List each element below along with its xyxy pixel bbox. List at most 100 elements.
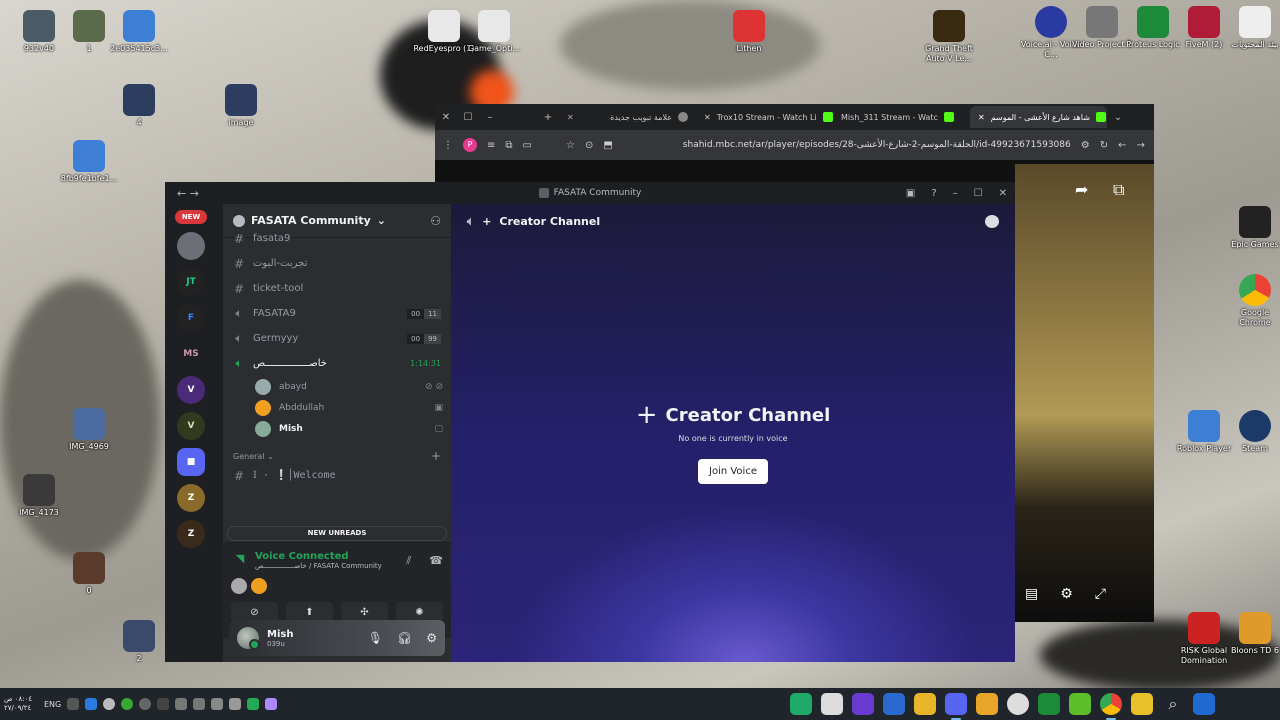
voice-channel[interactable]: 🔈︎ FASATA9 00 11: [223, 301, 451, 326]
forward-icon[interactable]: →: [1136, 140, 1144, 151]
desktop-icon[interactable]: بيئة المحتويات: [1224, 6, 1280, 50]
taskbar-app[interactable]: [1069, 693, 1091, 715]
new-unreads-bar[interactable]: NEW UNREADS: [227, 526, 447, 541]
chat-bubble-icon[interactable]: [985, 214, 999, 228]
tray-icon[interactable]: [67, 698, 80, 710]
headphones-icon[interactable]: 🎧︎: [397, 631, 412, 645]
settings-gear-icon[interactable]: ⚙: [1060, 586, 1073, 602]
voice-channel-connected[interactable]: 🔈︎ خاصـــــــــــــــص 1:14:31: [223, 351, 451, 376]
minimize-icon[interactable]: –: [479, 112, 501, 123]
browser-tab-active[interactable]: ✕ شاهد شارع الأعشى - الموسم: [970, 106, 1107, 128]
taskbar-app[interactable]: [852, 693, 874, 715]
desktop-icon[interactable]: Google Chrome: [1224, 274, 1280, 328]
close-icon[interactable]: ✕: [567, 113, 574, 122]
new-badge[interactable]: NEW: [174, 210, 208, 224]
search-icon[interactable]: ⌕: [1162, 693, 1184, 715]
taskbar-discord[interactable]: [945, 693, 967, 720]
desktop-icon[interactable]: Epic Games: [1224, 206, 1280, 250]
language-indicator[interactable]: ENG: [44, 700, 61, 709]
desktop-icon[interactable]: IMG_4969: [58, 408, 120, 452]
subtitles-icon[interactable]: ▤: [1025, 586, 1038, 602]
desktop-icon[interactable]: Lithen: [718, 10, 780, 54]
taskbar-chrome[interactable]: [1100, 693, 1122, 720]
server-icon[interactable]: Z: [177, 520, 205, 548]
server-icon[interactable]: F: [177, 304, 205, 332]
volume-icon[interactable]: [175, 698, 188, 710]
discord-activity-icon[interactable]: [251, 578, 267, 594]
voice-user[interactable]: Abddullah ▣: [223, 397, 451, 418]
network-icon[interactable]: [193, 698, 206, 710]
close-icon[interactable]: ✕: [704, 113, 711, 122]
new-tab-icon[interactable]: +: [537, 112, 559, 123]
server-icon[interactable]: V: [177, 376, 205, 404]
microphone-icon[interactable]: [229, 698, 242, 710]
browser-tab[interactable]: ✕ علامة تبويب جديدة: [559, 106, 696, 128]
tray-icon[interactable]: [157, 698, 170, 710]
taskbar-app[interactable]: [883, 693, 905, 715]
tray-icon[interactable]: [211, 698, 224, 710]
join-voice-button[interactable]: Join Voice: [698, 459, 768, 484]
menu-icon[interactable]: ⋮: [443, 140, 453, 151]
address-bar[interactable]: shahid.mbc.net/ar/player/episodes/28-الح…: [683, 140, 1071, 150]
desktop-icon[interactable]: Game_Opti...: [463, 10, 525, 54]
tray-icon[interactable]: [121, 698, 134, 710]
start-button[interactable]: [1193, 693, 1215, 715]
browser-tab[interactable]: ✕ Trox10 Stream - Watch Li: [696, 106, 833, 128]
category-general[interactable]: General ⌄ +: [223, 439, 451, 463]
maximize-icon[interactable]: ☐: [457, 112, 479, 123]
avatar[interactable]: [237, 627, 260, 650]
taskbar-app[interactable]: [821, 693, 843, 715]
desktop-icon[interactable]: 0: [58, 552, 120, 596]
activity-icon[interactable]: [231, 578, 247, 594]
desktop-icon[interactable]: Grand Theft Auto V Le...: [918, 10, 980, 64]
video-player[interactable]: [1015, 164, 1154, 622]
taskbar-app[interactable]: [914, 693, 936, 715]
minimize-icon[interactable]: –: [953, 188, 958, 199]
taskbar-app[interactable]: [976, 693, 998, 715]
inbox-icon[interactable]: ▣: [906, 188, 915, 199]
reading-list-icon[interactable]: ≡: [487, 140, 495, 151]
tab-search-icon[interactable]: ⌄: [1107, 112, 1129, 123]
folder-icon[interactable]: ■: [177, 448, 205, 476]
disconnect-icon[interactable]: ☎: [429, 554, 443, 567]
profile-avatar[interactable]: P: [463, 138, 477, 152]
username[interactable]: Mish: [267, 629, 293, 640]
bookmark-star-icon[interactable]: ☆: [566, 140, 575, 151]
create-channel-icon[interactable]: +: [431, 449, 441, 463]
voice-channel[interactable]: 🔈︎ Germyyy 00 99: [223, 326, 451, 351]
lens-icon[interactable]: ⊙: [585, 140, 593, 151]
server-icon[interactable]: [177, 232, 205, 260]
site-settings-icon[interactable]: ⚙: [1081, 140, 1090, 151]
voice-user[interactable]: Mish ▢: [223, 418, 451, 439]
desktop-icon[interactable]: 4: [108, 84, 170, 128]
extensions-icon[interactable]: ⧉: [505, 140, 512, 151]
close-icon[interactable]: ✕: [999, 188, 1007, 199]
voice-channel-path[interactable]: خاصـــــــــــــــص / FASATA Community: [255, 562, 382, 570]
desktop-icon[interactable]: Steam: [1224, 410, 1280, 454]
fullscreen-icon[interactable]: ⤢: [1095, 586, 1106, 602]
voice-user[interactable]: abayd ⊘ ⊘: [223, 376, 451, 397]
settings-gear-icon[interactable]: ⚙: [426, 631, 437, 645]
back-arrow-icon[interactable]: ← →: [177, 187, 199, 200]
text-channel[interactable]: # ticket-tool: [223, 276, 451, 301]
taskbar-app[interactable]: [1007, 693, 1029, 715]
noise-suppression-icon[interactable]: ⫽: [406, 554, 411, 568]
desktop-icon[interactable]: 2: [108, 620, 170, 664]
soundboard-icon[interactable]: ✺: [396, 602, 443, 622]
desktop-icon[interactable]: 2e035415c3...: [108, 10, 170, 54]
taskbar-app[interactable]: [1038, 693, 1060, 715]
server-icon[interactable]: MS: [177, 340, 205, 368]
server-icon[interactable]: V: [177, 412, 205, 440]
close-window-icon[interactable]: ✕: [435, 112, 457, 123]
help-icon[interactable]: ?: [931, 188, 936, 199]
screen-share-icon[interactable]: ⬆: [286, 602, 333, 622]
taskbar-app[interactable]: [790, 693, 812, 715]
maximize-icon[interactable]: ☐: [974, 188, 983, 199]
desktop-icon[interactable]: image: [210, 84, 272, 128]
browser-tab[interactable]: Mish_311 Stream - Watc: [833, 106, 970, 128]
share-icon[interactable]: ➦: [1075, 180, 1088, 199]
clock[interactable]: ٠٨:٠٤ ص ٢٧/٠٩/٢٤: [4, 695, 38, 713]
add-member-icon[interactable]: ⚇: [430, 214, 441, 228]
server-icon[interactable]: JT: [177, 268, 205, 296]
desktop-icon[interactable]: Bloons TD 6: [1224, 612, 1280, 656]
